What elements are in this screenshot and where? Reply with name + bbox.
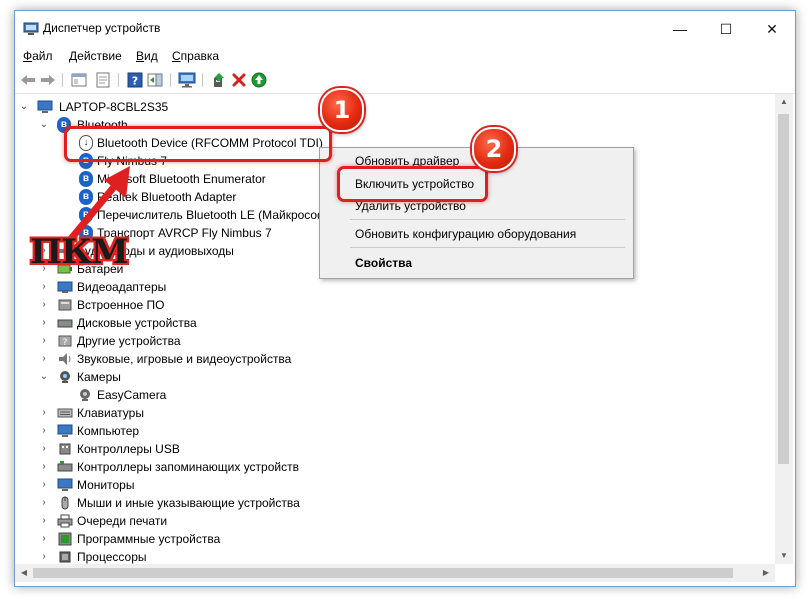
chevron-right-icon[interactable]: › — [39, 404, 49, 422]
svg-text:?: ? — [132, 75, 138, 88]
chevron-right-icon[interactable]: › — [39, 278, 49, 296]
uninstall-icon — [232, 73, 246, 87]
chevron-right-icon[interactable]: › — [39, 296, 49, 314]
toolbar-separator — [118, 73, 119, 87]
chevron-right-icon[interactable]: › — [39, 314, 49, 332]
maximize-button[interactable]: ☐ — [703, 11, 749, 47]
chevron-down-icon[interactable]: ⌄ — [39, 368, 49, 386]
chevron-right-icon[interactable]: › — [39, 350, 49, 368]
uninstall-button[interactable] — [230, 71, 248, 89]
action-pane-icon — [147, 73, 163, 87]
mouse-icon — [61, 496, 69, 510]
help-button[interactable]: ? — [126, 71, 144, 89]
menu-file[interactable]: Файл — [23, 49, 53, 63]
menu-action[interactable]: Действие — [69, 49, 122, 63]
toolbar-separator — [62, 73, 63, 87]
menu-help[interactable]: Справка — [172, 49, 219, 63]
scroll-left-icon[interactable]: ◀ — [15, 564, 33, 582]
highlight-enable-frame — [337, 166, 488, 202]
update-driver-button[interactable] — [210, 71, 228, 89]
step-badge-2: 2 — [472, 127, 516, 171]
enable-icon — [251, 72, 267, 88]
highlight-device-frame — [64, 126, 332, 162]
back-icon — [21, 75, 35, 85]
scrollbar-thumb[interactable] — [33, 568, 733, 578]
toolbar-separator — [170, 73, 171, 87]
vertical-scrollbar[interactable]: ▲ ▼ — [775, 94, 793, 564]
menu-view[interactable]: Вид — [136, 49, 158, 63]
svg-text:?: ? — [63, 338, 68, 348]
menu-scan-hardware[interactable]: Обновить конфигурацию оборудования — [355, 227, 576, 241]
unknown-device-icon: ? — [58, 335, 72, 348]
menu-separator — [350, 219, 625, 220]
scroll-up-icon[interactable]: ▲ — [775, 94, 793, 110]
rmb-label: ПКМ — [30, 232, 129, 272]
computer-icon — [37, 100, 53, 113]
usb-icon — [59, 443, 71, 455]
sound-device-icon — [59, 353, 71, 365]
toolbar-separator — [202, 73, 203, 87]
properties-icon — [96, 72, 110, 88]
scrollbar-thumb[interactable] — [778, 114, 789, 464]
properties-button[interactable] — [94, 71, 112, 89]
menu-separator — [350, 247, 625, 248]
monitor-icon — [57, 478, 73, 491]
back-button[interactable] — [19, 71, 37, 89]
chevron-right-icon[interactable]: › — [39, 332, 49, 350]
forward-icon — [41, 75, 55, 85]
computer-icon — [57, 424, 73, 437]
console-tree-icon — [71, 73, 87, 87]
add-driver-icon — [214, 73, 224, 87]
step-badge-1: 1 — [320, 88, 364, 132]
chevron-right-icon[interactable]: › — [39, 440, 49, 458]
title-bar: Диспетчер устройств — ☐ ✕ — [15, 11, 795, 47]
chevron-right-icon[interactable]: › — [39, 476, 49, 494]
display-adapter-icon — [57, 281, 73, 293]
camera-icon — [60, 371, 70, 383]
action-pane-button[interactable] — [146, 71, 164, 89]
scan-hardware-button[interactable] — [178, 71, 196, 89]
app-icon — [23, 22, 39, 35]
scroll-right-icon[interactable]: ▶ — [757, 564, 775, 582]
help-icon: ? — [127, 72, 143, 88]
keyboard-icon — [57, 408, 73, 418]
chevron-right-icon[interactable]: › — [39, 422, 49, 440]
toolbar: ? — [15, 67, 795, 94]
minimize-button[interactable]: — — [657, 11, 703, 47]
device-manager-window: Диспетчер устройств — ☐ ✕ Файл Действие … — [14, 10, 796, 587]
chevron-right-icon[interactable]: › — [39, 512, 49, 530]
window-title: Диспетчер устройств — [43, 21, 161, 35]
scroll-down-icon[interactable]: ▼ — [775, 548, 793, 564]
firmware-icon — [58, 299, 72, 311]
software-device-icon — [58, 532, 72, 546]
menu-properties[interactable]: Свойства — [355, 256, 412, 270]
forward-button[interactable] — [39, 71, 57, 89]
horizontal-scrollbar[interactable]: ◀ ▶ — [15, 564, 775, 582]
disk-drive-icon — [57, 319, 73, 328]
close-button[interactable]: ✕ — [749, 11, 795, 47]
console-tree-button[interactable] — [70, 71, 88, 89]
chevron-right-icon[interactable]: › — [39, 530, 49, 548]
monitor-icon — [178, 72, 196, 88]
processor-icon — [59, 551, 71, 563]
menu-bar: Файл Действие Вид Справка — [15, 47, 795, 67]
storage-controller-icon — [57, 461, 73, 472]
camera-icon — [80, 389, 90, 401]
printer-icon — [57, 514, 73, 528]
chevron-right-icon[interactable]: › — [39, 494, 49, 512]
chevron-right-icon[interactable]: › — [39, 458, 49, 476]
chevron-down-icon[interactable]: ⌄ — [19, 98, 29, 116]
enable-button[interactable] — [250, 71, 268, 89]
chevron-down-icon[interactable]: ⌄ — [39, 116, 49, 134]
